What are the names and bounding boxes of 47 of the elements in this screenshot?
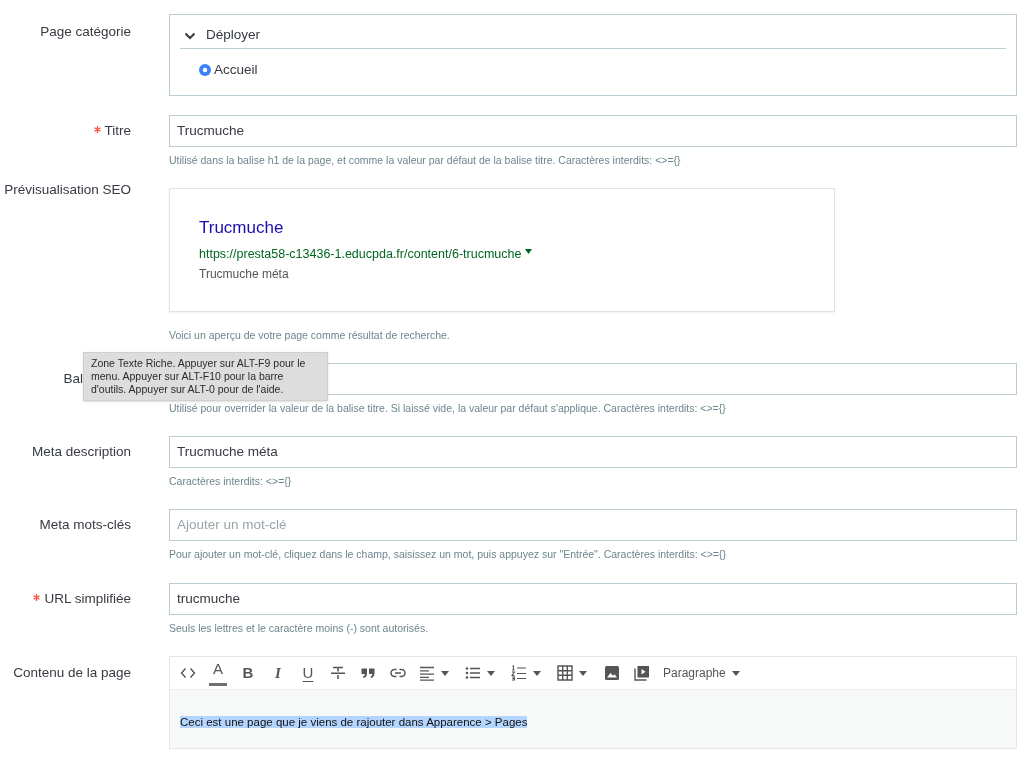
caret-down-icon [731, 670, 740, 676]
required-star-icon [93, 126, 101, 133]
input-field[interactable]: Trucmuche méta [169, 436, 1017, 468]
input-field[interactable]: trucmuche [169, 583, 1017, 615]
format-dropdown[interactable]: Paragraphe [657, 656, 744, 690]
editor-content-field[interactable]: Ceci est une page que je viens de rajouter dans Apparence > Pages [170, 690, 1016, 748]
help-text: Utilisé pour overrider la valeur de la balise titre. Si laissé vide, la valeur par défaut s'applique. Caractères interdits: <>={} [169, 401, 727, 415]
radio-option[interactable]: Accueil [199, 61, 258, 79]
preview-url: https://presta58-c13436-1.educpda.fr/content/6-trucmuche [199, 246, 522, 262]
preview-title: Trucmuche [199, 217, 284, 239]
help-text: Voici un aperçu de votre page comme résultat de recherche. [169, 328, 451, 342]
field-label: Meta description [31, 443, 131, 461]
help-text: Seuls les lettres et le caractère moins (-) sont autorisés. [169, 621, 430, 635]
field-label: Page catégorie [40, 23, 131, 41]
field-label: Meta mots-clés [39, 516, 131, 534]
required-star-icon [33, 594, 41, 601]
field-label: URL simplifiée [44, 590, 131, 608]
text-color-button[interactable]: A [203, 656, 233, 690]
expand-toggle[interactable]: Déployer [180, 23, 1006, 49]
caret-down-icon [579, 670, 587, 676]
help-text: Pour ajouter un mot-clé, cliquez dans le champ, saisissez un mot, puis appuyez sur "Entrée". Caractères interdits: <>={} [169, 547, 727, 561]
table-grid-icon [557, 665, 573, 681]
bold-button[interactable]: B [233, 656, 263, 690]
help-text: Utilisé dans la balise h1 de la page, et comme la valeur par défaut de la balise titre. Caractères interdits: <>={} [169, 153, 682, 167]
caret-down-icon [487, 670, 495, 676]
color-swatch-icon [209, 682, 227, 686]
align-left-icon [419, 665, 435, 681]
video-play-icon [634, 665, 650, 681]
italic-button[interactable]: I [263, 656, 293, 690]
editor-text: Ceci est une page que je viens de rajouter dans Apparence > Pages [180, 716, 528, 728]
field-label: Bal [63, 370, 83, 388]
image-icon [604, 665, 620, 681]
preview-description: Trucmuche méta [199, 266, 289, 282]
help-text: Caractères interdits: <>={} [169, 474, 293, 488]
field-label: Contenu de la page [13, 664, 131, 682]
chevron-down-icon [184, 31, 196, 40]
input-field[interactable]: Trucmuche [169, 115, 1017, 147]
caret-down-icon [533, 670, 541, 676]
numbered-list-icon [511, 665, 527, 681]
caret-down-icon [441, 670, 449, 676]
bullet-list-icon [465, 665, 481, 681]
field-label: Prévisualisation SEO [4, 181, 131, 199]
strikethrough-icon [330, 665, 346, 681]
underline-button[interactable]: U [293, 656, 323, 690]
field-label: Titre [104, 122, 131, 140]
dropdown-caret-icon [525, 249, 533, 254]
tooltip: Zone Texte Riche. Appuyer sur ALT-F9 pour le menu. Appuyer sur ALT-F10 pour la barre d'outils. Appuyer sur ALT-0 pour de l'aide. [83, 352, 328, 401]
